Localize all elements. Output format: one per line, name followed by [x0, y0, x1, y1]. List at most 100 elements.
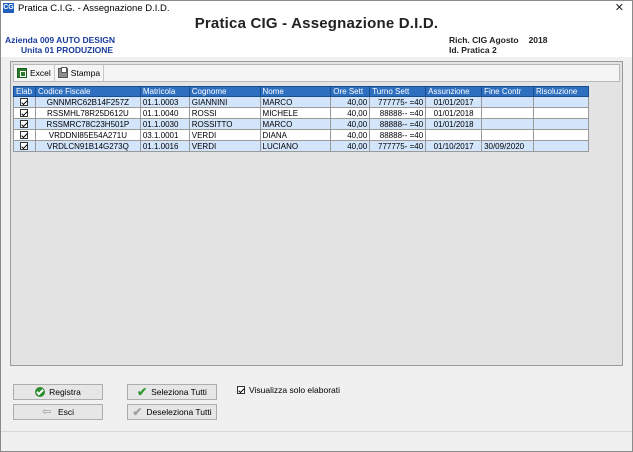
ore-cell: 40,00: [330, 129, 371, 141]
turno-cell: 88888-- =40: [369, 118, 427, 130]
risoluzione-cell: [533, 129, 589, 141]
elab-checkbox[interactable]: [20, 98, 29, 107]
column-header[interactable]: Matricola: [139, 86, 190, 97]
fine-cell: 30/09/2020: [481, 140, 534, 152]
grid-toolbar: Excel Stampa: [13, 64, 620, 82]
visualizza-label: Visualizza solo elaborati: [249, 385, 341, 395]
title-bar: CG Pratica C.I.G. - Assegnazione D.I.D. …: [1, 1, 632, 15]
employee-table: Elab Codice Fiscale Matricola Cognome Nome Or…: [13, 86, 589, 152]
assunzione-cell: 01/01/2018: [425, 118, 483, 130]
column-header[interactable]: Risoluzione: [533, 86, 589, 97]
year-label: 2018: [528, 35, 548, 45]
column-header[interactable]: Fine Contr: [481, 86, 534, 97]
matricola-cell: 01.1.0040: [139, 107, 190, 119]
table-row[interactable]: GNNMRC62B14F257Z 01.1.0003 GIANNINI MARCO 40…: [13, 96, 589, 108]
assunzione-cell: 01/01/2018: [425, 107, 483, 119]
table-row[interactable]: VRDLCN91B14G273Q 01.1.0016 VERDI LUCIANO 40,…: [13, 140, 589, 152]
cf-cell: RSSMHL78R25D612U: [34, 107, 141, 119]
elab-cell[interactable]: [13, 107, 36, 119]
nome-cell: MARCO: [259, 96, 332, 108]
excel-label: Excel: [30, 68, 51, 78]
turno-cell: 777775- =40: [369, 140, 427, 152]
turno-cell: 777775- =40: [369, 96, 427, 108]
excel-icon: [17, 68, 27, 78]
elab-cell[interactable]: [13, 129, 36, 141]
risoluzione-cell: [533, 96, 589, 108]
table-row[interactable]: RSSMHL78R25D612U 01.1.0040 ROSSI MICHELE 40,…: [13, 107, 589, 119]
esci-button[interactable]: ⇦ Esci: [13, 404, 103, 420]
fine-cell: [481, 118, 534, 130]
window-title: Pratica C.I.G. - Assegnazione D.I.D.: [18, 2, 170, 14]
matricola-cell: 01.1.0016: [139, 140, 190, 152]
stampa-button[interactable]: Stampa: [55, 65, 105, 81]
turno-cell: 88888-- =40: [369, 107, 427, 119]
seleziona-label: Seleziona Tutti: [151, 387, 207, 397]
column-header[interactable]: Turno Sett: [369, 86, 427, 97]
double-check-gray-icon: ✔: [132, 405, 143, 419]
azienda-label: Azienda 009 AUTO DESIGN: [5, 35, 116, 45]
seleziona-tutti-button[interactable]: ✔ Seleziona Tutti: [127, 384, 217, 400]
matricola-cell: 03.1.0001: [139, 129, 190, 141]
excel-button[interactable]: Excel: [14, 65, 55, 81]
matricola-cell: 01.1.0030: [139, 118, 190, 130]
nome-cell: LUCIANO: [259, 140, 332, 152]
unita-label: Unita 01 PRODUZIONE: [21, 45, 114, 55]
column-header[interactable]: Elab: [13, 86, 36, 97]
assunzione-cell: [425, 129, 483, 141]
column-header[interactable]: Ore Sett: [330, 86, 371, 97]
cf-cell: GNNMRC62B14F257Z: [34, 96, 141, 108]
visualizza-check-box[interactable]: [237, 386, 245, 394]
cf-cell: VRDDNI85E54A271U: [34, 129, 141, 141]
close-button[interactable]: ✕: [615, 1, 624, 15]
nome-cell: MICHELE: [259, 107, 332, 119]
esci-label: Esci: [57, 407, 75, 417]
risoluzione-cell: [533, 118, 589, 130]
elab-checkbox[interactable]: [20, 120, 29, 129]
arrow-left-icon: ⇦: [41, 406, 52, 418]
page-title: Pratica CIG - Assegnazione D.I.D.: [194, 15, 439, 32]
table-header-row: Elab Codice Fiscale Matricola Cognome Nome Or…: [13, 86, 589, 97]
risoluzione-cell: [533, 140, 589, 152]
header-bar: Pratica CIG - Assegnazione D.I.D.: [1, 15, 632, 32]
deseleziona-label: Deseleziona Tutti: [146, 407, 212, 417]
fine-cell: [481, 129, 534, 141]
double-check-icon: ✔: [137, 385, 148, 399]
cognome-cell: ROSSITTO: [188, 118, 261, 130]
assunzione-cell: 01/10/2017: [425, 140, 483, 152]
elab-cell[interactable]: [13, 118, 36, 130]
cognome-cell: GIANNINI: [188, 96, 261, 108]
elab-checkbox[interactable]: [20, 109, 29, 118]
company-info: Azienda 009 AUTO DESIGN Unita 01 PRODUZI…: [5, 35, 115, 55]
app-icon: CG: [3, 3, 14, 13]
grid-frame: Excel Stampa Elab Codice Fiscale Matricola…: [10, 61, 623, 366]
info-area: Azienda 009 AUTO DESIGN Unita 01 PRODUZI…: [1, 32, 632, 57]
ore-cell: 40,00: [330, 140, 371, 152]
matricola-cell: 01.1.0003: [139, 96, 190, 108]
confirm-icon: [35, 387, 46, 397]
ore-cell: 40,00: [330, 107, 371, 119]
printer-icon: [57, 67, 68, 78]
stampa-label: Stampa: [70, 68, 101, 78]
elab-checkbox[interactable]: [20, 131, 29, 140]
cf-cell: VRDLCN91B14G273Q: [34, 140, 141, 152]
table-body: GNNMRC62B14F257Z 01.1.0003 GIANNINI MARCO 40…: [13, 96, 589, 152]
nome-cell: MARCO: [259, 118, 332, 130]
cognome-cell: VERDI: [188, 140, 261, 152]
bottom-divider: [1, 431, 632, 432]
elab-cell[interactable]: [13, 140, 36, 152]
registra-button[interactable]: Registra: [13, 384, 103, 400]
column-header[interactable]: Assunzione: [425, 86, 483, 97]
rich-label: Rich. CIG Agosto: [449, 35, 519, 45]
assunzione-cell: 01/01/2017: [425, 96, 483, 108]
deseleziona-tutti-button[interactable]: ✔ Deseleziona Tutti: [127, 404, 217, 420]
elab-cell[interactable]: [13, 96, 36, 108]
main-window: CG Pratica C.I.G. - Assegnazione D.I.D. …: [0, 0, 633, 452]
elab-checkbox[interactable]: [20, 142, 29, 151]
table-row[interactable]: VRDDNI85E54A271U 03.1.0001 VERDI DIANA 40,00…: [13, 129, 589, 141]
ore-cell: 40,00: [330, 118, 371, 130]
column-header[interactable]: Codice Fiscale: [34, 86, 141, 97]
table-row[interactable]: RSSMRC78C23H501P 01.1.0030 ROSSITTO MARCO 40…: [13, 118, 589, 130]
column-header[interactable]: Cognome: [188, 86, 261, 97]
column-header[interactable]: Nome: [259, 86, 332, 97]
visualizza-checkbox[interactable]: Visualizza solo elaborati: [237, 385, 340, 395]
